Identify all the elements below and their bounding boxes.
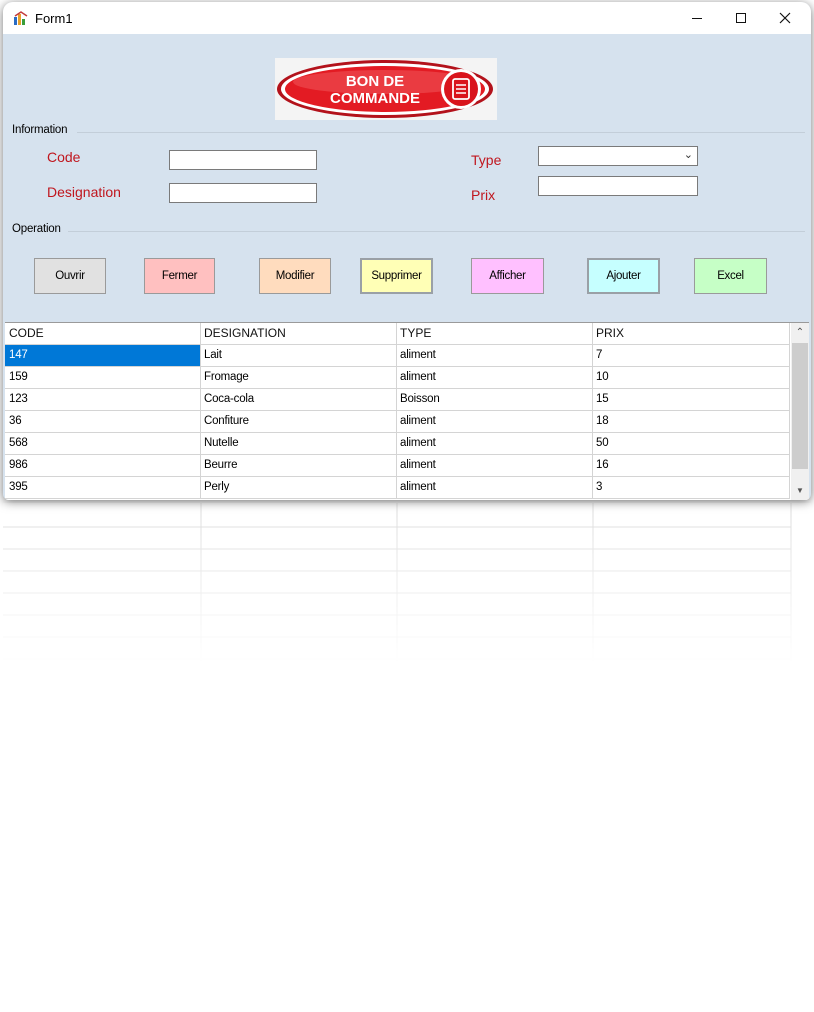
- excel-button[interactable]: Excel: [694, 258, 767, 294]
- cell-designation[interactable]: Beurre: [201, 455, 397, 477]
- code-input[interactable]: [169, 150, 317, 170]
- cell-code[interactable]: 36: [5, 411, 201, 433]
- cell-designation[interactable]: Fromage: [201, 367, 397, 389]
- cell-code[interactable]: 159: [5, 367, 201, 389]
- cell-prix[interactable]: 18: [593, 411, 790, 433]
- cell-code[interactable]: 568: [5, 433, 201, 455]
- information-group-label: Information: [12, 124, 68, 136]
- table-row[interactable]: 395 Perly aliment 3: [5, 477, 790, 499]
- designation-label: Designation: [47, 184, 121, 200]
- table-row[interactable]: 986 Beurre aliment 16: [5, 455, 790, 477]
- information-divider: [77, 132, 805, 133]
- data-grid[interactable]: CODE DESIGNATION TYPE PRIX 147 Lait alim…: [5, 322, 809, 500]
- cell-code[interactable]: 395: [5, 477, 201, 499]
- grid-header: CODE DESIGNATION TYPE PRIX: [5, 323, 790, 345]
- type-select[interactable]: ⌄: [538, 146, 698, 166]
- scroll-down-icon[interactable]: ▼: [791, 481, 809, 499]
- cell-type[interactable]: aliment: [397, 477, 593, 499]
- cell-code[interactable]: 147: [5, 345, 201, 367]
- chevron-down-icon[interactable]: ⌄: [684, 148, 693, 161]
- app-icon: [14, 11, 28, 25]
- close-icon: [779, 12, 791, 24]
- column-header-designation[interactable]: DESIGNATION: [201, 323, 397, 345]
- scroll-thumb[interactable]: [792, 343, 808, 469]
- maximize-button[interactable]: [719, 2, 763, 34]
- cell-type[interactable]: aliment: [397, 345, 593, 367]
- fermer-button[interactable]: Fermer: [144, 258, 215, 294]
- column-header-type[interactable]: TYPE: [397, 323, 593, 345]
- window-title: Form1: [35, 11, 73, 26]
- cell-type[interactable]: aliment: [397, 455, 593, 477]
- cell-code[interactable]: 986: [5, 455, 201, 477]
- operation-divider: [68, 231, 805, 232]
- cell-prix[interactable]: 3: [593, 477, 790, 499]
- table-row[interactable]: 568 Nutelle aliment 50: [5, 433, 790, 455]
- cell-type[interactable]: aliment: [397, 367, 593, 389]
- cell-prix[interactable]: 15: [593, 389, 790, 411]
- cell-prix[interactable]: 50: [593, 433, 790, 455]
- prix-input[interactable]: [538, 176, 698, 196]
- cell-designation[interactable]: Confiture: [201, 411, 397, 433]
- cell-type[interactable]: Boisson: [397, 389, 593, 411]
- grid-vertical-scrollbar[interactable]: ⌃ ▼: [791, 323, 809, 500]
- title-bar[interactable]: Form1: [3, 2, 811, 34]
- minimize-button[interactable]: [675, 2, 719, 34]
- bon-de-commande-logo: BON DE COMMANDE: [275, 58, 497, 120]
- cell-code[interactable]: 123: [5, 389, 201, 411]
- table-row[interactable]: 36 Confiture aliment 18: [5, 411, 790, 433]
- logo-line-2: COMMANDE: [330, 90, 420, 107]
- cell-prix[interactable]: 16: [593, 455, 790, 477]
- cell-prix[interactable]: 10: [593, 367, 790, 389]
- column-header-code[interactable]: CODE: [5, 323, 201, 345]
- supprimer-button[interactable]: Supprimer: [360, 258, 433, 294]
- main-window: Form1 BON DE COMMANDE Information Code D…: [3, 2, 811, 500]
- operation-group-label: Operation: [12, 223, 61, 235]
- cell-designation[interactable]: Coca-cola: [201, 389, 397, 411]
- ajouter-button[interactable]: Ajouter: [587, 258, 660, 294]
- table-row[interactable]: 159 Fromage aliment 10: [5, 367, 790, 389]
- minimize-icon: [692, 17, 702, 19]
- ouvrir-button[interactable]: Ouvrir: [34, 258, 106, 294]
- column-header-prix[interactable]: PRIX: [593, 323, 790, 345]
- table-row[interactable]: 147 Lait aliment 7: [5, 345, 790, 367]
- logo-line-1: BON DE: [346, 73, 404, 90]
- reflection-fade: [3, 503, 811, 663]
- cell-type[interactable]: aliment: [397, 433, 593, 455]
- scroll-up-icon[interactable]: ⌃: [791, 323, 809, 341]
- cell-designation[interactable]: Nutelle: [201, 433, 397, 455]
- maximize-icon: [736, 13, 746, 23]
- code-label: Code: [47, 149, 81, 165]
- cell-prix[interactable]: 7: [593, 345, 790, 367]
- cell-designation[interactable]: Perly: [201, 477, 397, 499]
- designation-input[interactable]: [169, 183, 317, 203]
- table-row[interactable]: 123 Coca-cola Boisson 15: [5, 389, 790, 411]
- cell-type[interactable]: aliment: [397, 411, 593, 433]
- afficher-button[interactable]: Afficher: [471, 258, 544, 294]
- close-button[interactable]: [763, 2, 807, 34]
- type-label: Type: [471, 152, 502, 168]
- modifier-button[interactable]: Modifier: [259, 258, 331, 294]
- window-reflection: [3, 503, 811, 663]
- prix-label: Prix: [471, 187, 496, 203]
- cell-designation[interactable]: Lait: [201, 345, 397, 367]
